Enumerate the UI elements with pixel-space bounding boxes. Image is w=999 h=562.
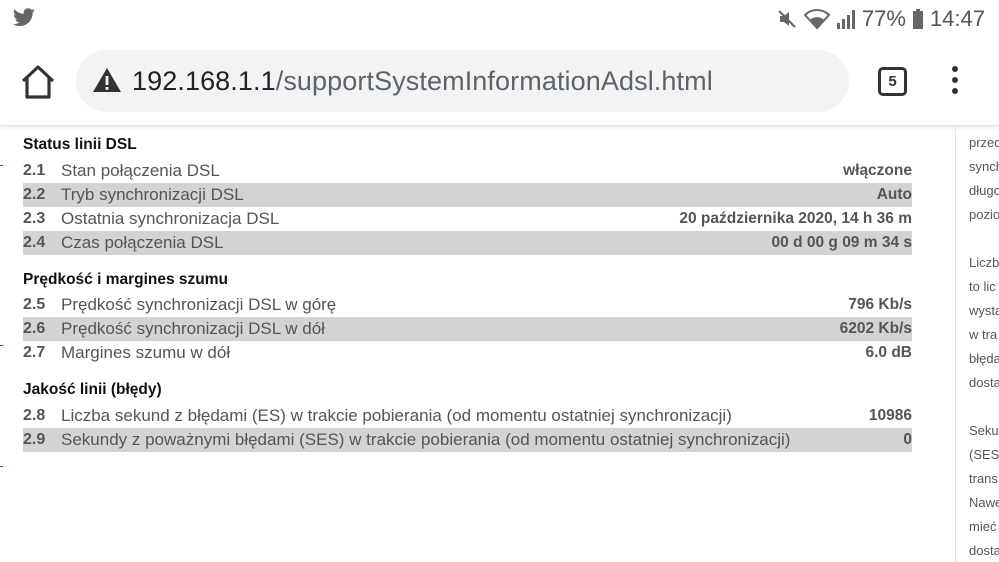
url-host: 192.168.1.1 bbox=[132, 66, 276, 96]
row-number: 2.5 bbox=[23, 296, 46, 313]
help-text-line: w tra bbox=[969, 327, 998, 342]
row-number: 2.8 bbox=[23, 407, 46, 424]
row-label: Prędkość synchronizacji DSL w dół bbox=[61, 319, 325, 338]
table-row: 2.3 Ostatnia synchronizacja DSL 20 paźdz… bbox=[23, 207, 912, 231]
table-row: 2.8 Liczba sekund z błędami (ES) w trakc… bbox=[23, 404, 912, 428]
row-value: włączone bbox=[843, 162, 912, 179]
help-text-line: to lic bbox=[969, 279, 996, 294]
battery-percent: 77% bbox=[861, 6, 906, 31]
signal-icon bbox=[836, 8, 856, 30]
row-label: Liczba sekund z błędami (ES) w trakcie p… bbox=[61, 406, 732, 425]
help-text-line: dosta bbox=[969, 375, 999, 390]
row-number: 2.3 bbox=[23, 210, 46, 227]
twitter-bird-icon bbox=[12, 8, 36, 33]
section-title: Status linii DSL bbox=[23, 136, 137, 153]
help-text-line: mieć bbox=[969, 519, 997, 534]
row-value: 0 bbox=[903, 431, 912, 448]
wifi-icon bbox=[803, 8, 830, 30]
row-number: 2.6 bbox=[23, 320, 46, 337]
tab-switcher-button[interactable]: 5 bbox=[878, 67, 907, 96]
more-menu-icon[interactable] bbox=[945, 66, 965, 98]
help-text-line: błęda bbox=[969, 351, 999, 366]
table-row: 2.9 Sekundy z poważnymi błędami (SES) w … bbox=[23, 428, 912, 452]
status-icons: 77% 14:47 bbox=[776, 5, 985, 33]
mute-icon bbox=[776, 8, 798, 30]
row-number: 2.4 bbox=[23, 234, 46, 251]
adsl-info-frame: Status linii DSL 2.1 Stan połączenia DSL… bbox=[0, 126, 940, 562]
frame-edge-mark bbox=[0, 466, 3, 467]
row-label: Sekundy z poważnymi błędami (SES) w trak… bbox=[61, 430, 791, 449]
battery-icon bbox=[912, 8, 924, 30]
row-value: 00 d 00 g 09 m 34 s bbox=[771, 234, 912, 251]
table-row: 2.2 Tryb synchronizacji DSL Auto bbox=[23, 183, 912, 207]
url-path: /supportSystemInformationAdsl.html bbox=[275, 66, 713, 96]
row-number: 2.1 bbox=[23, 162, 46, 179]
help-text-line: (SES) bbox=[969, 447, 999, 462]
table-row: 2.5 Prędkość synchronizacji DSL w górę 7… bbox=[23, 293, 912, 317]
help-text-line: przed bbox=[969, 135, 999, 150]
help-text-line: pozio bbox=[969, 207, 999, 222]
help-text-line: dosta bbox=[969, 543, 999, 558]
table-row: 2.1 Stan połączenia DSL włączone bbox=[23, 159, 912, 183]
row-value: Auto bbox=[876, 186, 912, 203]
section-title: Jakość linii (błędy) bbox=[23, 381, 162, 398]
help-side-panel: przed synch długo pozio Liczb to lic wys… bbox=[955, 126, 999, 562]
help-text-line: trans bbox=[969, 471, 998, 486]
frame-edge-mark bbox=[0, 165, 3, 166]
browser-toolbar: 192.168.1.1/supportSystemInformationAdsl… bbox=[0, 38, 999, 126]
row-label: Tryb synchronizacji DSL bbox=[61, 185, 244, 204]
url-text[interactable]: 192.168.1.1/supportSystemInformationAdsl… bbox=[132, 65, 713, 97]
table-row: 2.7 Margines szumu w dół 6.0 dB bbox=[23, 341, 912, 365]
help-text-line: długo bbox=[969, 183, 999, 198]
home-icon[interactable] bbox=[18, 62, 58, 102]
row-number: 2.9 bbox=[23, 431, 46, 448]
web-page: Status linii DSL 2.1 Stan połączenia DSL… bbox=[0, 126, 999, 562]
row-value: 6.0 dB bbox=[865, 344, 912, 361]
help-text-line: Nawe bbox=[969, 495, 999, 510]
section-title: Prędkość i margines szumu bbox=[23, 271, 229, 288]
row-number: 2.2 bbox=[23, 186, 46, 203]
address-bar[interactable]: 192.168.1.1/supportSystemInformationAdsl… bbox=[76, 50, 849, 112]
row-label: Czas połączenia DSL bbox=[61, 233, 224, 252]
row-value: 796 Kb/s bbox=[848, 296, 912, 313]
help-text-line: Liczb bbox=[969, 255, 999, 270]
row-value: 10986 bbox=[868, 407, 912, 424]
table-row: 2.4 Czas połączenia DSL 00 d 00 g 09 m 3… bbox=[23, 231, 912, 255]
clock: 14:47 bbox=[929, 6, 985, 31]
table-row: 2.6 Prędkość synchronizacji DSL w dół 62… bbox=[23, 317, 912, 341]
row-label: Margines szumu w dół bbox=[61, 343, 231, 362]
row-value: 6202 Kb/s bbox=[839, 320, 912, 337]
row-label: Prędkość synchronizacji DSL w górę bbox=[61, 295, 337, 314]
row-value: 20 października 2020, 14 h 36 m bbox=[679, 210, 912, 227]
phone-screen: 77% 14:47 192.168.1.1/supportSystemInfor… bbox=[0, 0, 999, 562]
help-text-line: wysta bbox=[969, 303, 999, 318]
status-bar: 77% 14:47 bbox=[0, 0, 999, 38]
row-number: 2.7 bbox=[23, 344, 46, 361]
row-label: Ostatnia synchronizacja DSL bbox=[61, 209, 280, 228]
row-label: Stan połączenia DSL bbox=[61, 161, 220, 180]
help-text-line: Seku bbox=[969, 423, 999, 438]
frame-edge-mark bbox=[0, 345, 3, 346]
warning-triangle-icon[interactable] bbox=[92, 67, 122, 98]
help-text-line: synch bbox=[969, 159, 999, 174]
